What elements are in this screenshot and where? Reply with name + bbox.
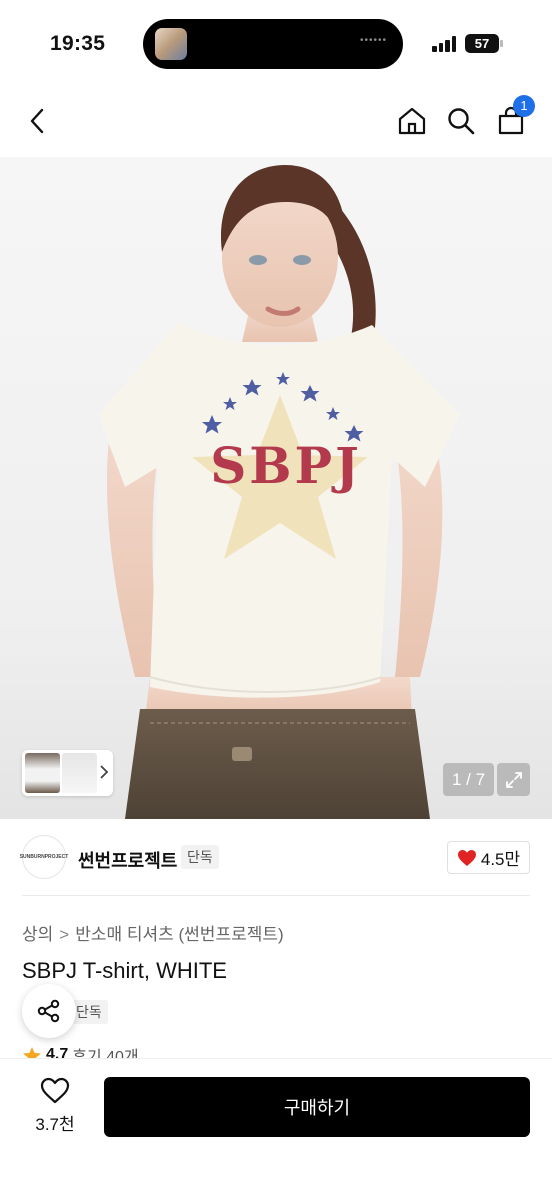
divider: [22, 895, 530, 896]
share-icon: [37, 999, 60, 1023]
image-page-counter: 1 / 7: [443, 763, 494, 796]
chevron-left-icon: [30, 108, 44, 134]
brand-logo[interactable]: SUNBURNPROJECT: [20, 835, 68, 879]
home-button[interactable]: [392, 101, 432, 141]
thumbnail-image[interactable]: [62, 753, 97, 793]
signal-icon: [432, 36, 458, 52]
model-photo: SBPJ: [98, 165, 460, 819]
breadcrumb-subcategory[interactable]: 반소매 티셔츠 (썬번프로젝트): [75, 925, 283, 944]
wishlist-count: 3.7천: [35, 1115, 75, 1134]
home-icon: [398, 107, 426, 135]
status-time: 19:35: [50, 32, 106, 55]
share-button[interactable]: [22, 984, 76, 1038]
exclusive-badge: 단독: [181, 845, 219, 869]
shirt-graphic-text: SBPJ: [210, 436, 362, 495]
heart-filled-icon: [457, 849, 476, 866]
brand-name[interactable]: 썬번프로젝트: [78, 847, 177, 873]
expand-button[interactable]: [497, 763, 530, 796]
cart-count-badge: 1: [513, 95, 535, 117]
buy-button[interactable]: 구매하기: [104, 1077, 530, 1137]
back-button[interactable]: [18, 101, 58, 141]
image-thumbnail-strip[interactable]: [22, 750, 113, 796]
cart-button[interactable]: 1: [491, 95, 535, 141]
thumbnail-image[interactable]: [25, 753, 60, 793]
search-button[interactable]: [441, 101, 481, 141]
search-icon: [448, 108, 475, 135]
heart-outline-icon: [40, 1077, 70, 1104]
bottom-action-bar: 3.7천 구매하기: [0, 1058, 552, 1200]
battery-icon: 57: [465, 34, 503, 53]
wishlist-button[interactable]: 3.7천: [24, 1077, 86, 1143]
brand-row: SUNBURNPROJECT 썬번프로젝트 단독 4.5만: [0, 833, 552, 883]
breadcrumb-category[interactable]: 상의: [22, 925, 53, 944]
island-indicator: ••••••: [359, 35, 387, 46]
media-thumbnail: [155, 28, 187, 60]
dynamic-island[interactable]: ••••••: [143, 19, 403, 69]
product-title: SBPJ T-shirt, WHITE: [22, 958, 227, 983]
expand-icon: [505, 771, 522, 788]
product-image[interactable]: SBPJ: [0, 157, 552, 819]
breadcrumb: 상의 > 반소매 티셔츠 (썬번프로젝트): [22, 920, 284, 945]
chevron-right-icon: [100, 765, 109, 779]
like-button[interactable]: 4.5만: [447, 841, 530, 874]
top-nav: 1: [0, 95, 552, 150]
breadcrumb-separator: >: [59, 925, 70, 944]
status-bar: 19:35 •••••• 57: [0, 0, 552, 90]
like-count: 4.5만: [480, 850, 521, 869]
